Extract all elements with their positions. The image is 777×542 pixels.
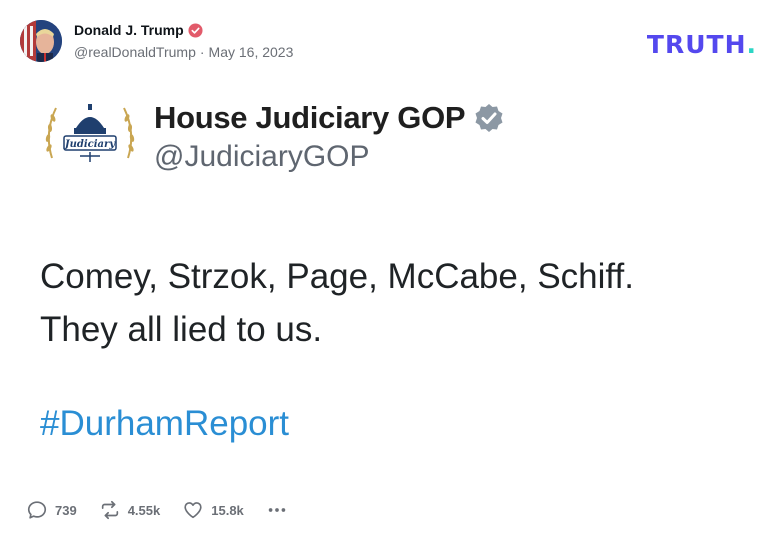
embed-header: Judiciary House Judiciary GOP @Judiciary… [38,98,738,174]
more-options-button[interactable] [266,499,295,521]
truth-logo-text: TRUTH [646,30,747,59]
avatar[interactable] [20,20,62,62]
action-bar: 739 4.55k 15.8k [26,499,317,521]
embed-verified-badge-icon [473,102,505,134]
author-name[interactable]: Donald J. Trump [74,22,184,38]
embed-author: House Judiciary GOP @JudiciaryGOP [154,100,505,174]
embed-hashtag: #DurhamReport [40,404,289,443]
reply-count: 739 [55,502,77,518]
embed-text: Comey, Strzok, Page, McCabe, Schiff. The… [40,250,634,356]
retruth-button[interactable]: 4.55k [99,499,161,521]
judiciary-logo: Judiciary [42,98,138,168]
author-block: Donald J. Trump @realDonaldTrump · May 1… [74,22,293,60]
judiciary-logo-text: Judiciary [63,139,116,150]
like-count: 15.8k [211,502,244,518]
like-icon [184,502,202,519]
embed-author-handle: @JudiciaryGOP [154,140,370,173]
post-date[interactable]: May 16, 2023 [209,44,294,60]
retruth-count: 4.55k [127,502,161,518]
author-handle[interactable]: @realDonaldTrump [74,44,196,60]
truth-logo-dot: . [746,30,757,59]
more-icon [268,508,286,512]
reply-icon [27,501,47,519]
post-header: Donald J. Trump @realDonaldTrump · May 1… [20,20,293,62]
reply-button[interactable]: 739 [26,499,77,521]
embed-text-line-1: Comey, Strzok, Page, McCabe, Schiff. [40,257,634,296]
embedded-post-image[interactable]: Judiciary House Judiciary GOP @Judiciary… [38,98,738,478]
like-button[interactable]: 15.8k [182,499,244,521]
meta-separator: · [199,44,205,60]
retruth-icon [101,500,118,520]
truth-logo[interactable]: TRUTH. [647,30,757,59]
embed-author-name: House Judiciary GOP [154,100,466,135]
verified-badge-icon [188,22,203,38]
embed-text-line-2: They all lied to us. [40,310,323,349]
